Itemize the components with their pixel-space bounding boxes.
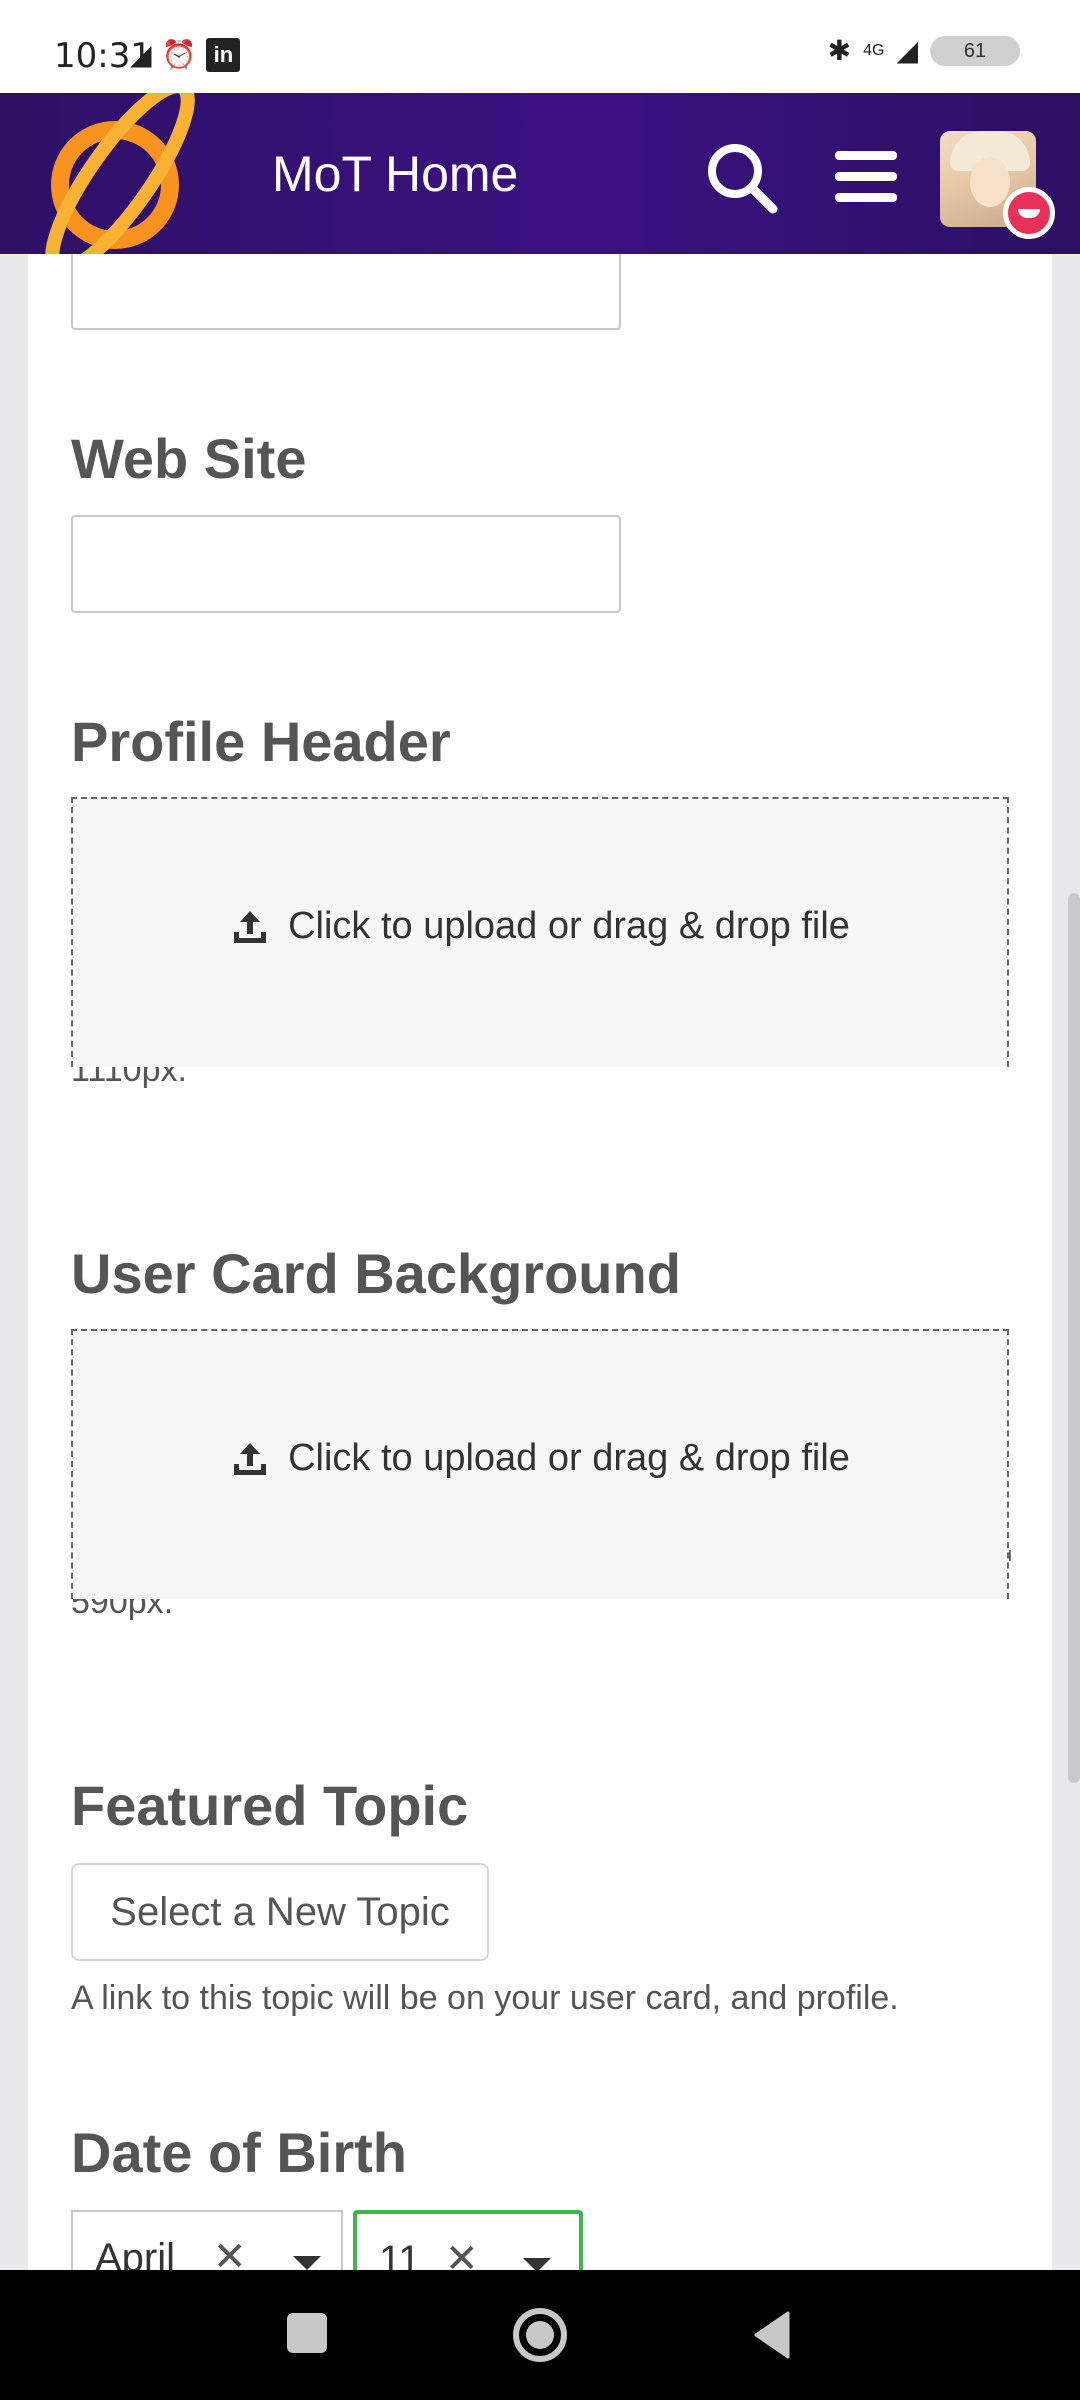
page-scrollbar[interactable] xyxy=(1068,893,1080,1783)
birth-day-value: 11 xyxy=(379,2238,421,2270)
featured-topic-label: Featured Topic xyxy=(71,1774,469,1837)
birth-day-select[interactable]: 11 ✕ xyxy=(353,2210,583,2270)
user-card-background-dropzone[interactable]: Click to upload or drag & drop file xyxy=(71,1329,1009,1599)
battery-indicator: 61 xyxy=(930,36,1020,66)
network-type: 4G xyxy=(863,42,885,59)
nav-title[interactable]: MoT Home xyxy=(272,145,518,203)
mot-logo-icon[interactable] xyxy=(20,93,220,263)
top-nav-bar: MoT Home xyxy=(0,93,1080,263)
profile-header-label: Profile Header xyxy=(71,710,451,773)
alarm-icon: ⏰ xyxy=(161,39,197,70)
clear-day-icon[interactable]: ✕ xyxy=(445,2236,479,2270)
cell-signal-icon: ◢ xyxy=(896,35,918,66)
upload-icon xyxy=(234,910,267,943)
system-navigation-bar xyxy=(0,2270,1080,2400)
featured-topic-help: A link to this topic will be on your use… xyxy=(71,1979,899,2017)
user-card-background-upload-prompt: Click to upload or drag & drop file xyxy=(73,1437,1007,1480)
avatar-status-badge xyxy=(1003,187,1055,239)
status-right-icons: ✱ 4G ◢ 61 xyxy=(828,36,1020,66)
linkedin-icon: in xyxy=(206,38,241,72)
recent-apps-icon[interactable] xyxy=(287,2313,327,2353)
profile-header-upload-text: Click to upload or drag & drop file xyxy=(288,905,850,947)
signal-small-icon: ◢ xyxy=(130,39,152,70)
date-of-birth-label: Date of Birth xyxy=(71,2121,407,2184)
previous-field-input[interactable] xyxy=(71,254,621,330)
chevron-down-icon[interactable] xyxy=(523,2258,551,2270)
select-new-topic-button[interactable]: Select a New Topic xyxy=(71,1863,489,1961)
clear-month-icon[interactable]: ✕ xyxy=(213,2234,247,2270)
back-icon[interactable] xyxy=(752,2310,792,2360)
chevron-down-icon[interactable] xyxy=(293,2256,321,2270)
user-card-background-upload-text: Click to upload or drag & drop file xyxy=(288,1437,850,1479)
birth-month-value: April xyxy=(95,2236,176,2270)
upload-icon xyxy=(234,1442,267,1475)
profile-edit-form: Web Site Profile Header Profile headers … xyxy=(28,254,1052,2270)
avatar-face xyxy=(970,157,1010,207)
hamburger-menu-icon[interactable] xyxy=(833,149,899,205)
bluetooth-icon: ✱ xyxy=(827,35,852,66)
home-icon[interactable] xyxy=(511,2306,569,2364)
birth-month-select[interactable]: April ✕ xyxy=(71,2210,343,2270)
profile-header-dropzone[interactable]: Click to upload or drag & drop file xyxy=(71,797,1009,1067)
profile-header-upload-prompt: Click to upload or drag & drop file xyxy=(73,905,1007,948)
search-icon[interactable] xyxy=(705,141,779,215)
website-label: Web Site xyxy=(71,427,307,490)
website-input[interactable] xyxy=(71,515,621,613)
status-left-icons: ◢ ⏰ in xyxy=(130,38,241,72)
status-bar: 10:31 ◢ ⏰ in ✱ 4G ◢ 61 xyxy=(0,0,1080,93)
user-card-background-label: User Card Background xyxy=(71,1242,681,1305)
